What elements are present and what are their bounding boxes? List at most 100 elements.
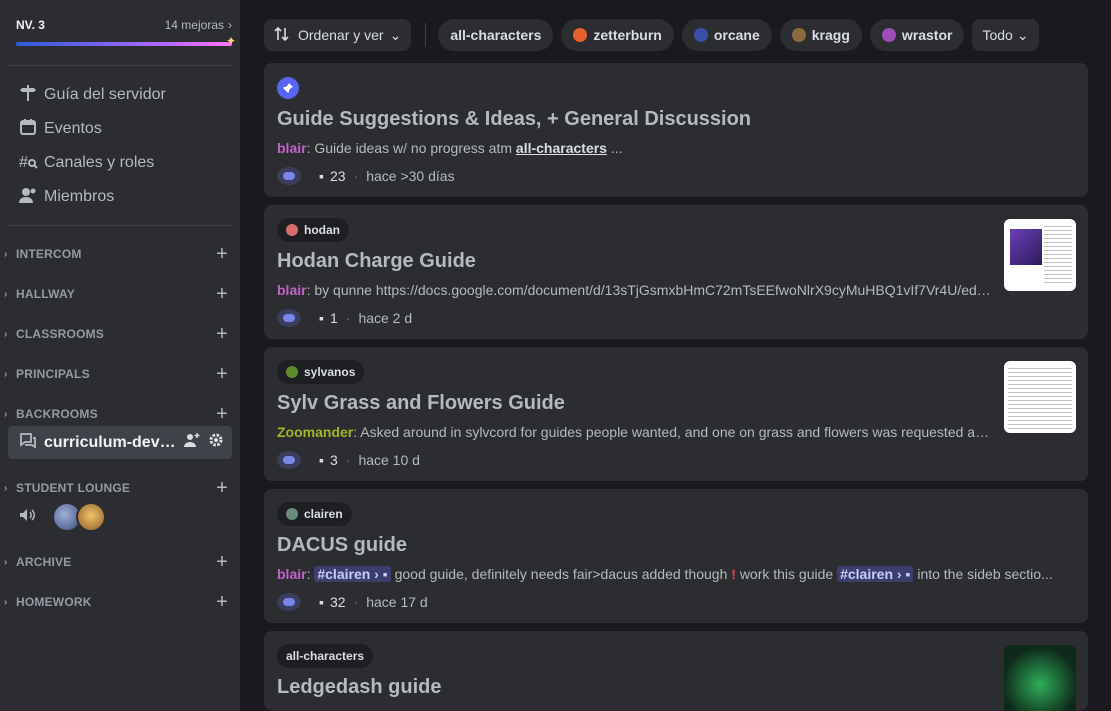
tag-filter-zetterburn[interactable]: zetterburn xyxy=(561,19,674,51)
members-icon xyxy=(18,185,44,210)
forum-post[interactable]: hodan Hodan Charge Guide blair: by qunne… xyxy=(264,205,1088,339)
add-channel-icon[interactable]: + xyxy=(216,363,228,385)
avatar xyxy=(277,451,301,469)
post-title: Ledgedash guide xyxy=(277,676,442,698)
post-tag: sylvanos xyxy=(277,360,365,384)
exclamation-icon: ! xyxy=(731,566,736,582)
post-meta: ▪ 32 · hace 17 d xyxy=(277,590,428,614)
boost-count[interactable]: 14 mejoras › xyxy=(165,18,232,32)
channel-browse-icon: # xyxy=(18,151,44,176)
nav-label: Guía del servidor xyxy=(44,86,166,103)
nav-label: Eventos xyxy=(44,120,102,137)
category-principals[interactable]: › PRINCIPALS + xyxy=(4,363,232,385)
tag-filter-orcane[interactable]: orcane xyxy=(681,19,772,51)
add-channel-icon[interactable]: + xyxy=(216,591,228,613)
message-icon: ▪ xyxy=(319,452,324,468)
tag-filter-kragg[interactable]: kragg xyxy=(779,19,862,51)
wrastor-emoji-icon xyxy=(881,28,896,42)
chevron-right-icon: › xyxy=(4,482,8,494)
post-author[interactable]: Zoomander xyxy=(277,424,353,440)
chevron-down-icon: ⌄ xyxy=(1016,26,1029,43)
invite-icon[interactable] xyxy=(184,432,200,453)
post-thumbnail[interactable] xyxy=(1004,361,1076,433)
post-title: Hodan Charge Guide xyxy=(277,250,476,272)
forum-post[interactable]: sylvanos Sylv Grass and Flowers Guide Zo… xyxy=(264,347,1088,481)
forum-post[interactable]: all-characters Ledgedash guide xyxy=(264,631,1088,711)
channel-link[interactable]: all-characters xyxy=(516,140,607,156)
tag-filter-all-characters[interactable]: all-characters xyxy=(438,19,554,51)
category-backrooms[interactable]: › BACKROOMS + xyxy=(4,403,232,425)
chevron-down-icon: ⌄ xyxy=(389,26,402,43)
hodan-emoji-icon xyxy=(286,224,298,236)
add-channel-icon[interactable]: + xyxy=(216,403,228,425)
category-classrooms[interactable]: › CLASSROOMS + xyxy=(4,323,232,345)
divider xyxy=(8,65,232,66)
speaker-icon xyxy=(18,506,36,528)
channel-name: curriculum-develo... xyxy=(44,433,184,451)
category-intercom[interactable]: › INTERCOM + xyxy=(4,243,232,265)
sort-view-button[interactable]: Ordenar y ver ⌄ xyxy=(264,19,412,51)
chevron-right-icon: › xyxy=(4,248,8,260)
channel-curriculum-development[interactable]: curriculum-develo... xyxy=(8,426,232,459)
message-icon: ▪ xyxy=(319,594,324,610)
channel-mention[interactable]: #clairen › ▪ xyxy=(314,566,391,582)
post-time: hace 17 d xyxy=(366,594,428,610)
nav-channels-roles[interactable]: # Canales y roles xyxy=(8,146,232,180)
add-channel-icon[interactable]: + xyxy=(216,477,228,499)
forum-post[interactable]: clairen DACUS guide blair: #clairen › ▪ … xyxy=(264,489,1088,623)
post-thumbnail[interactable] xyxy=(1004,219,1076,291)
forum-post[interactable]: Guide Suggestions & Ideas, + General Dis… xyxy=(264,63,1088,197)
post-author[interactable]: blair xyxy=(277,282,307,298)
post-meta: ▪ 1 · hace 2 d xyxy=(277,306,412,330)
sylvanos-emoji-icon xyxy=(286,366,298,378)
post-title: Sylv Grass and Flowers Guide xyxy=(277,392,565,414)
post-preview: blair: Guide ideas w/ no progress atm al… xyxy=(277,140,623,156)
zetterburn-emoji-icon xyxy=(573,28,588,42)
signpost-icon xyxy=(18,83,44,108)
nav-server-guide[interactable]: Guía del servidor xyxy=(8,78,232,112)
post-thumbnail[interactable] xyxy=(1004,645,1076,711)
post-tag: clairen xyxy=(277,502,352,526)
sort-icon xyxy=(274,26,290,45)
post-author[interactable]: blair xyxy=(277,566,307,582)
post-time: hace >30 días xyxy=(366,168,455,184)
post-title: Guide Suggestions & Ideas, + General Dis… xyxy=(277,108,752,130)
avatar[interactable] xyxy=(76,502,106,532)
add-channel-icon[interactable]: + xyxy=(216,323,228,345)
avatar xyxy=(277,593,301,611)
category-archive[interactable]: › ARCHIVE + xyxy=(4,551,232,573)
category-student-lounge[interactable]: › STUDENT LOUNGE + xyxy=(4,477,232,499)
boost-progress[interactable]: NV. 3 14 mejoras › ✦ xyxy=(16,18,236,48)
forum-toolbar: Ordenar y ver ⌄ all-characters zetterbur… xyxy=(264,19,1047,51)
reply-count: 1 xyxy=(329,310,338,326)
add-channel-icon[interactable]: + xyxy=(216,551,228,573)
reply-count: 32 xyxy=(329,594,346,610)
chevron-right-icon: › xyxy=(228,18,232,32)
channel-mention[interactable]: #clairen › ▪ xyxy=(837,566,914,582)
post-time: hace 10 d xyxy=(358,452,420,468)
all-tags-dropdown[interactable]: Todo ⌄ xyxy=(972,19,1039,51)
post-tag: hodan xyxy=(277,218,349,242)
nav-members[interactable]: Miembros xyxy=(8,180,232,214)
message-icon: ▪ xyxy=(319,310,324,326)
divider xyxy=(8,225,232,226)
gear-icon[interactable] xyxy=(208,432,224,453)
add-channel-icon[interactable]: + xyxy=(216,283,228,305)
svg-text:#: # xyxy=(19,154,28,171)
add-channel-icon[interactable]: + xyxy=(216,243,228,265)
category-homework[interactable]: › HOMEWORK + xyxy=(4,591,232,613)
post-author[interactable]: blair xyxy=(277,140,307,156)
chevron-right-icon: › xyxy=(4,288,8,300)
forum-channel-icon xyxy=(18,430,38,455)
chevron-right-icon: › xyxy=(4,368,8,380)
nav-events[interactable]: Eventos xyxy=(8,112,232,146)
post-meta: ▪ 23 · hace >30 días xyxy=(277,164,455,188)
boost-progress-bar: ✦ xyxy=(16,34,236,48)
voice-channel-active[interactable] xyxy=(18,502,106,532)
tag-filter-wrastor[interactable]: wrastor xyxy=(869,19,965,51)
category-hallway[interactable]: › HALLWAY + xyxy=(4,283,232,305)
orcane-emoji-icon xyxy=(693,28,708,42)
pin-icon xyxy=(277,77,299,99)
clairen-emoji-icon xyxy=(286,508,298,520)
reply-count: 3 xyxy=(329,452,338,468)
